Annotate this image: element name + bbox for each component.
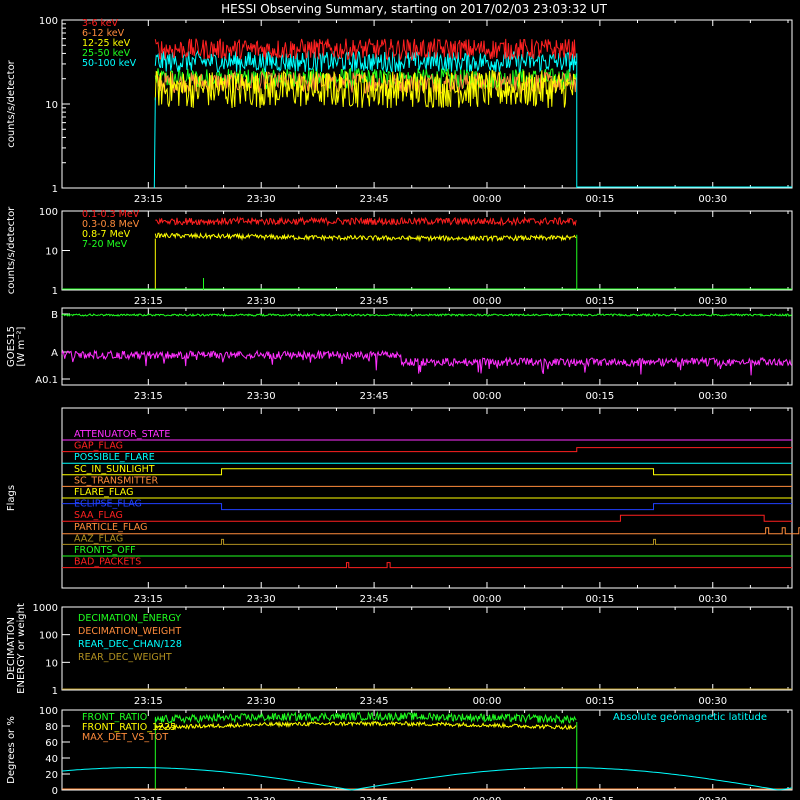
plot-title: HESSI Observing Summary, starting on 201… — [221, 2, 607, 16]
x-tick-label: 00:30 — [698, 696, 727, 707]
y-tick-label: 100 — [39, 16, 58, 27]
y-tick-label: B — [51, 310, 58, 321]
y-tick-label: 1 — [52, 286, 58, 297]
flag-label: SC_TRANSMITTER — [74, 475, 159, 486]
y-tick-label: 80 — [45, 722, 58, 733]
x-tick-label: 00:15 — [585, 296, 614, 307]
x-tick-label: 23:30 — [247, 194, 276, 205]
legend-entry: DECIMATION_ENERGY — [78, 613, 181, 624]
legend-entry: Absolute geomagnetic latitude — [613, 712, 767, 723]
y-tick-label: 10 — [45, 247, 58, 258]
x-tick-label: 00:30 — [698, 296, 727, 307]
flag-label: ATTENUATOR_STATE — [74, 429, 170, 440]
x-tick-label: 23:30 — [247, 594, 276, 605]
x-tick-label: 23:30 — [247, 296, 276, 307]
legend-entry: 50-100 keV — [82, 58, 137, 69]
y-axis-label: [W m⁻²] — [16, 326, 27, 366]
x-tick-label: 23:15 — [134, 796, 163, 800]
x-tick-label: 23:45 — [360, 696, 389, 707]
flag-label: FRONTS_OFF — [74, 545, 136, 556]
y-tick-label: A — [51, 348, 58, 359]
x-tick-label: 00:30 — [698, 391, 727, 402]
x-tick-label: 23:30 — [247, 796, 276, 800]
x-tick-label: 00:00 — [473, 296, 502, 307]
flag-label: GAP_FLAG — [74, 441, 123, 452]
x-tick-label: 00:15 — [585, 594, 614, 605]
x-tick-label: 23:30 — [247, 696, 276, 707]
x-tick-label: 00:00 — [473, 391, 502, 402]
x-tick-label: 00:15 — [585, 194, 614, 205]
y-axis-label: counts/s/detector — [6, 206, 17, 294]
observing-summary-plot: HESSI Observing Summary, starting on 201… — [0, 0, 800, 800]
y-tick-label: A0.1 — [35, 375, 58, 386]
x-tick-label: 00:30 — [698, 194, 727, 205]
x-tick-label: 00:00 — [473, 194, 502, 205]
flag-label: PARTICLE_FLAG — [74, 522, 147, 533]
y-tick-label: 1 — [52, 184, 58, 195]
y-tick-label: 10 — [45, 658, 58, 669]
y-axis-label: counts/s/detector — [6, 59, 17, 147]
flag-label: POSSIBLE_FLARE — [74, 452, 155, 463]
flag-label: AAZ_FLAG — [74, 533, 123, 544]
flag-label: BAD_PACKETS — [74, 557, 141, 568]
legend-entry: 7-20 MeV — [82, 239, 128, 250]
x-tick-label: 23:45 — [360, 796, 389, 800]
x-tick-label: 23:15 — [134, 391, 163, 402]
x-tick-label: 23:15 — [134, 194, 163, 205]
y-tick-label: 1000 — [33, 603, 58, 614]
y-axis-label: Flags — [6, 485, 17, 511]
y-tick-label: 100 — [39, 631, 58, 642]
x-tick-label: 23:45 — [360, 296, 389, 307]
legend-entry: MAX_DET_VS_TOT — [82, 732, 168, 743]
x-tick-label: 00:15 — [585, 696, 614, 707]
x-tick-label: 23:15 — [134, 696, 163, 707]
x-tick-label: 23:15 — [134, 594, 163, 605]
legend-entry: REAR_DEC_CHAN/128 — [78, 639, 182, 650]
x-tick-label: 00:15 — [585, 796, 614, 800]
legend-entry: REAR_DEC_WEIGHT — [78, 652, 172, 663]
x-tick-label: 23:45 — [360, 391, 389, 402]
legend-entry: DECIMATION_WEIGHT — [78, 626, 181, 637]
flag-label: SC_IN_SUNLIGHT — [74, 464, 155, 475]
y-tick-label: 60 — [45, 738, 58, 749]
x-tick-label: 00:00 — [473, 594, 502, 605]
y-tick-label: 40 — [45, 754, 58, 765]
x-tick-label: 00:30 — [698, 594, 727, 605]
y-tick-label: 100 — [39, 706, 58, 717]
x-tick-label: 23:30 — [247, 391, 276, 402]
y-tick-label: 100 — [39, 207, 58, 218]
flag-label: SAA_FLAG — [74, 510, 123, 521]
y-axis-label: Degrees or % — [6, 716, 17, 784]
flag-label: FLARE_FLAG — [74, 487, 134, 498]
y-tick-label: 20 — [45, 770, 58, 781]
y-tick-label: 0 — [52, 786, 58, 797]
y-axis-label: ENERGY or weight — [16, 603, 27, 694]
x-tick-label: 00:00 — [473, 796, 502, 800]
y-tick-label: 1 — [52, 686, 58, 697]
x-tick-label: 23:45 — [360, 194, 389, 205]
x-tick-label: 00:15 — [585, 391, 614, 402]
y-tick-label: 10 — [45, 100, 58, 111]
x-tick-label: 23:15 — [134, 296, 163, 307]
x-tick-label: 00:00 — [473, 696, 502, 707]
x-tick-label: 23:45 — [360, 594, 389, 605]
x-tick-label: 00:30 — [698, 796, 727, 800]
